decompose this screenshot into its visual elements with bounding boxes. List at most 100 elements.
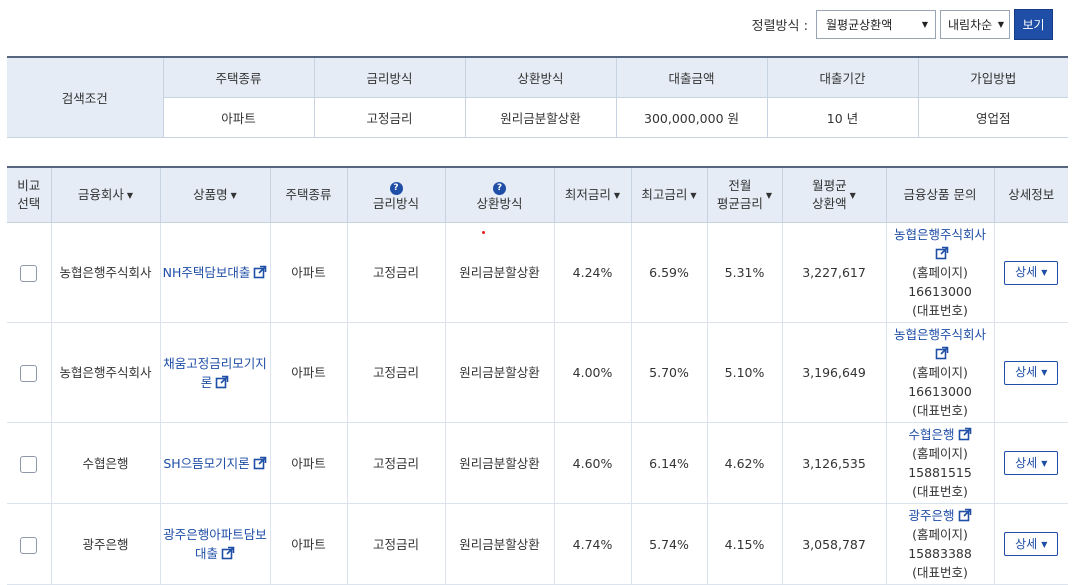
house-type-cell: 아파트 (269, 322, 347, 423)
sort-by-value: 월평균상환액 (826, 17, 893, 32)
header-avg-rate-line1: 전월 (728, 178, 752, 193)
detail-button[interactable]: 상세 ▼ (1004, 451, 1059, 475)
search-conditions-title: 검색조건 (7, 57, 163, 138)
repay-type-cell: 원리금분할상환 (444, 503, 554, 585)
search-header-join-method: 가입방법 (917, 57, 1068, 98)
header-company-sort[interactable]: 금융회사 ▼ (50, 167, 160, 223)
table-row: 농협은행주식회사 채움고정금리모기지론 아파트 고정금리 원리금분할상환 4.00% 5.7… (7, 322, 1068, 423)
avg-rate-cell: 5.10% (706, 322, 782, 423)
header-avg-rate-sort[interactable]: 전월 평균금리 ▼ (706, 167, 782, 223)
avg-rate-cell: 5.31% (706, 222, 782, 323)
external-link-icon[interactable] (221, 546, 235, 560)
external-link-icon[interactable] (958, 508, 972, 522)
sort-label: 정렬방식 : (751, 18, 808, 34)
header-company-label: 금융회사 (77, 186, 124, 202)
header-detail: 상세정보 (993, 167, 1068, 223)
avg-rate-cell: 4.62% (706, 422, 782, 504)
header-compare-select: 비교 선택 (7, 167, 51, 223)
search-conditions-value-row: 아파트 고정금리 원리금분할상환 300,000,000 원 10 년 영업점 (7, 97, 1068, 138)
header-min-rate-sort[interactable]: 최저금리 ▼ (553, 167, 631, 223)
search-header-loan-amount: 대출금액 (615, 57, 767, 98)
detail-button[interactable]: 상세 ▼ (1004, 360, 1059, 385)
company-homepage-link[interactable]: 농협은행주식회사 (894, 327, 986, 342)
external-link-icon[interactable] (253, 456, 267, 470)
min-rate-cell: 4.24% (553, 222, 631, 323)
results-header-row: 비교 선택 금융회사 ▼ 상품명 ▼ 주택종류 ? 금리방식 ? 상환방식 최저금리… (7, 167, 1068, 223)
sort-arrow-icon: ▼ (765, 190, 773, 200)
sort-bar: 정렬방식 : 월평균상환액 ▼ 내림차순 ▼ 보기 (752, 8, 1053, 40)
product-cell: SH으뜸모기지론 (159, 422, 270, 504)
header-compare-line2: 선택 (17, 196, 41, 211)
search-header-rate-type: 금리방식 (313, 57, 465, 98)
search-value-repay-type: 원리금분할상환 (464, 97, 616, 138)
sort-arrow-icon: ▼ (690, 190, 697, 200)
product-link[interactable]: SH으뜸모기지론 (163, 456, 249, 471)
min-rate-cell: 4.74% (553, 503, 631, 585)
sort-arrow-icon: ▼ (613, 190, 621, 200)
house-type-cell: 아파트 (269, 422, 347, 504)
header-repay-type: ? 상환방식 (444, 167, 554, 223)
product-link[interactable]: 광주은행아파트담보대출 (163, 527, 267, 561)
house-type-cell: 아파트 (269, 503, 347, 585)
product-cell: NH주택담보대출 (159, 222, 270, 323)
sort-order-select[interactable]: 내림차순 ▼ (940, 9, 1010, 39)
monthly-cell: 3,058,787 (781, 503, 886, 585)
product-link[interactable]: NH주택담보대출 (163, 265, 251, 280)
external-link-icon[interactable] (935, 346, 949, 360)
product-cell: 채움고정금리모기지론 (159, 322, 270, 423)
detail-button-label: 상세 (1015, 265, 1038, 279)
search-header-house-type: 주택종류 (162, 57, 314, 98)
external-link-icon[interactable] (215, 375, 229, 389)
phone-label: (대표번호) (912, 403, 968, 418)
detail-button[interactable]: 상세 ▼ (1004, 260, 1059, 285)
header-repay-type-label: 상환방식 (476, 196, 523, 211)
help-icon[interactable]: ? (493, 182, 506, 195)
company-homepage-link[interactable]: 광주은행 (908, 508, 954, 523)
max-rate-cell: 6.59% (630, 222, 707, 323)
header-house-type: 주택종류 (269, 167, 347, 223)
search-value-rate-type: 고정금리 (313, 97, 465, 138)
sort-by-select[interactable]: 월평균상환액 ▼ (816, 9, 936, 39)
repay-type-cell: 원리금분할상환 (444, 422, 554, 504)
product-cell: 광주은행아파트담보대출 (159, 503, 270, 585)
compare-cell (7, 503, 51, 585)
dropdown-caret-icon: ▼ (1041, 458, 1048, 468)
min-rate-cell: 4.00% (553, 322, 631, 423)
phone-number: 15881515 (908, 465, 972, 480)
company-cell: 광주은행 (50, 503, 160, 585)
homepage-label: (홈페이지) (912, 365, 968, 380)
house-type-cell: 아파트 (269, 222, 347, 323)
company-homepage-link[interactable]: 수협은행 (908, 427, 954, 442)
table-row: 농협은행주식회사 NH주택담보대출 아파트 고정금리 원리금분할상환 4.24% 6.59%… (7, 222, 1068, 323)
monthly-cell: 3,227,617 (781, 222, 886, 323)
detail-button-label: 상세 (1015, 455, 1038, 470)
detail-button[interactable]: 상세 ▼ (1004, 532, 1059, 556)
repay-type-cell: 원리금분할상환 (444, 222, 554, 323)
detail-cell: 상세 ▼ (993, 422, 1068, 504)
dropdown-caret-icon: ▼ (1041, 368, 1048, 377)
external-link-icon[interactable] (935, 246, 949, 260)
company-homepage-link[interactable]: 농협은행주식회사 (894, 227, 986, 242)
external-link-icon[interactable] (958, 427, 972, 441)
detail-button-label: 상세 (1015, 536, 1038, 551)
help-icon[interactable]: ? (389, 182, 403, 195)
homepage-label: (홈페이지) (912, 527, 968, 542)
avg-rate-cell: 4.15% (706, 503, 782, 585)
compare-checkbox[interactable] (20, 455, 38, 473)
detail-cell: 상세 ▼ (993, 322, 1068, 423)
header-product-sort[interactable]: 상품명 ▼ (159, 167, 270, 223)
dropdown-caret-icon: ▼ (1041, 268, 1048, 277)
external-link-icon[interactable] (253, 265, 267, 279)
rate-type-cell: 고정금리 (346, 503, 445, 585)
compare-checkbox[interactable] (20, 536, 38, 554)
compare-cell (7, 322, 51, 423)
compare-checkbox[interactable] (20, 365, 38, 382)
sort-arrow-icon: ▼ (230, 190, 237, 200)
sort-arrow-icon: ▼ (126, 190, 134, 200)
header-monthly-sort[interactable]: 월평균 상환액 ▼ (781, 167, 886, 223)
compare-checkbox[interactable] (20, 265, 38, 282)
detail-button-label: 상세 (1015, 365, 1038, 379)
header-max-rate-sort[interactable]: 최고금리 ▼ (630, 167, 707, 223)
marker-dot (482, 231, 485, 234)
view-button[interactable]: 보기 (1014, 8, 1053, 40)
